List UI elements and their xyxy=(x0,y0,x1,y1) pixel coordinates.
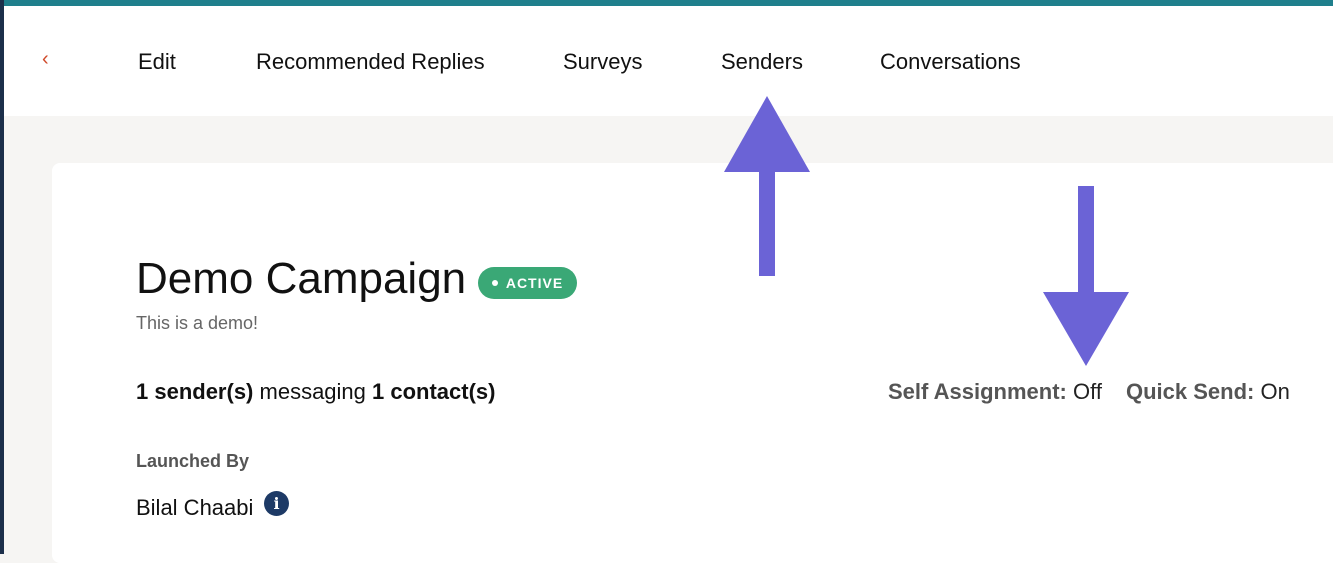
self-assignment-label: Self Assignment: xyxy=(888,379,1067,404)
back-chevron-icon[interactable]: ‹ xyxy=(42,48,49,70)
self-assignment-value: Off xyxy=(1073,379,1102,404)
contacts-count: 1 contact(s) xyxy=(372,379,496,404)
tab-surveys[interactable]: Surveys xyxy=(563,48,642,76)
launched-by-label: Launched By xyxy=(136,451,250,471)
launched-by-name: Bilal Chaabi xyxy=(136,495,254,520)
status-badge: ACTIVE xyxy=(478,267,577,299)
campaign-nav-bar: ‹ Edit Recommended Replies Surveys Sende… xyxy=(4,6,1333,116)
campaign-settings: Self Assignment: Off Quick Send: On xyxy=(888,378,1290,406)
campaign-title: Demo Campaign xyxy=(136,254,467,303)
tab-conversations[interactable]: Conversations xyxy=(880,48,1021,76)
campaign-counts: 1 sender(s) messaging 1 contact(s) xyxy=(136,378,496,406)
senders-count: 1 sender(s) xyxy=(136,379,254,404)
messaging-text: messaging xyxy=(253,379,373,404)
status-badge-label: ACTIVE xyxy=(505,275,564,291)
up-arrow-annotation-icon xyxy=(724,96,810,276)
campaign-description: This is a demo! xyxy=(136,313,259,333)
down-arrow-annotation-icon xyxy=(1043,186,1129,366)
status-dot-icon xyxy=(491,280,498,286)
tab-senders[interactable]: Senders xyxy=(721,48,803,76)
info-icon[interactable]: i xyxy=(264,491,289,516)
tab-edit[interactable]: Edit xyxy=(138,48,176,76)
quick-send-label: Quick Send: xyxy=(1125,379,1255,404)
quick-send-value: On xyxy=(1260,379,1290,404)
tab-recommended-replies[interactable]: Recommended Replies xyxy=(256,48,485,76)
